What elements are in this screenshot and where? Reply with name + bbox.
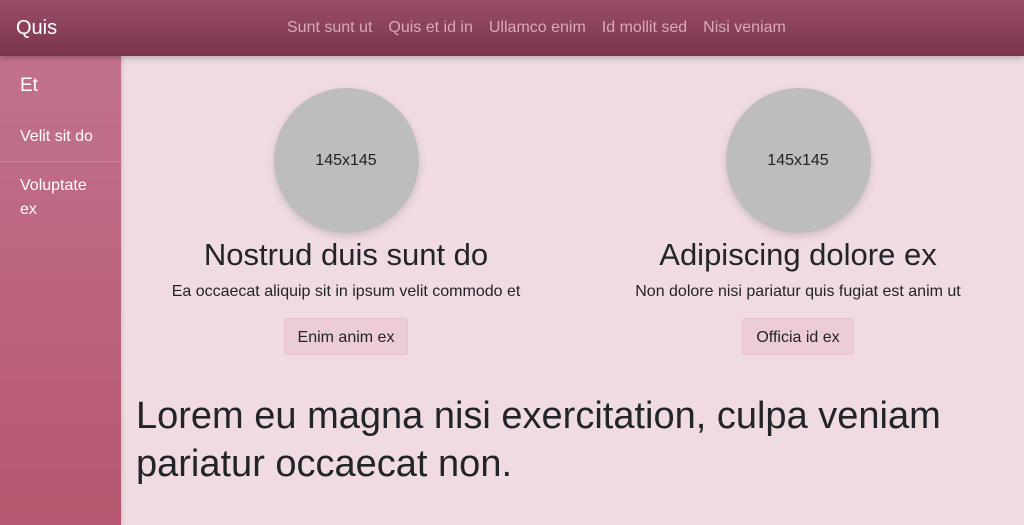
card-button[interactable]: Officia id ex — [742, 318, 854, 355]
sidebar-divider — [0, 161, 121, 162]
page-headline: Lorem eu magna nisi exercitation, culpa … — [136, 395, 941, 485]
image-size-label: 145x145 — [767, 151, 829, 169]
sidebar-item-voluptate-ex[interactable]: Voluptate ex — [0, 174, 121, 222]
sidebar: Et Velit sit do Voluptate ex — [0, 56, 121, 525]
brand-logo[interactable]: Quis — [16, 16, 57, 40]
nav-link-ullamco-enim[interactable]: Ullamco enim — [489, 18, 586, 38]
sidebar-heading: Et — [20, 75, 38, 96]
nav-link-quis-et-id-in[interactable]: Quis et id in — [388, 18, 472, 38]
feature-card: 145x145 Nostrud duis sunt do Ea occaecat… — [126, 88, 566, 355]
nav-link-sunt-sunt-ut[interactable]: Sunt sunt ut — [287, 18, 372, 38]
card-image-placeholder: 145x145 — [725, 88, 871, 233]
sidebar-item-velit-sit-do[interactable]: Velit sit do — [0, 125, 121, 149]
card-text: Non dolore nisi pariatur quis fugiat est… — [635, 283, 961, 300]
card-title: Nostrud duis sunt do — [203, 237, 489, 272]
card-title: Adipiscing dolore ex — [659, 237, 937, 272]
nav-link-nisi-veniam[interactable]: Nisi veniam — [703, 18, 786, 38]
card-button[interactable]: Enim anim ex — [283, 318, 409, 355]
top-navbar: Quis Sunt sunt ut Quis et id in Ullamco … — [0, 0, 1024, 56]
image-size-label: 145x145 — [315, 151, 377, 169]
card-image-placeholder: 145x145 — [273, 88, 419, 233]
feature-card: 145x145 Adipiscing dolore ex Non dolore … — [578, 88, 1018, 355]
top-nav: Sunt sunt ut Quis et id in Ullamco enim … — [287, 18, 786, 38]
card-text: Ea occaecat aliquip sit in ipsum velit c… — [171, 283, 521, 300]
nav-link-id-mollit-sed[interactable]: Id mollit sed — [602, 18, 687, 38]
